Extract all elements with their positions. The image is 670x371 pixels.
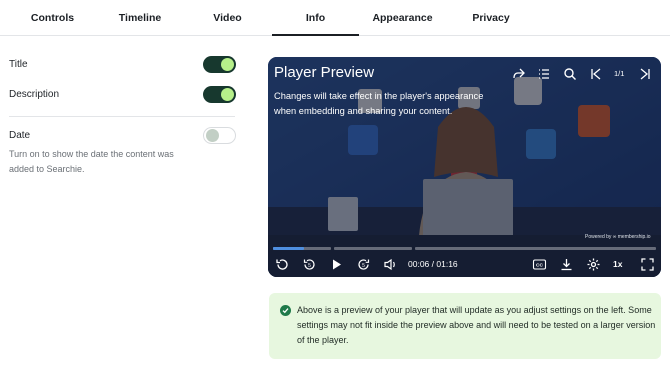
skip-forward-5-icon[interactable]: 5 — [354, 255, 372, 273]
tab-bar: Controls Timeline Video Info Appearance … — [0, 0, 670, 36]
svg-text:5: 5 — [362, 263, 365, 269]
date-hint: Turn on to show the date the content was… — [9, 149, 174, 174]
powered-by-label: Powered by ∞ membership.io — [585, 234, 651, 240]
notice-text: Above is a preview of your player that w… — [297, 305, 656, 345]
chapters-list-icon[interactable] — [535, 65, 553, 83]
play-icon[interactable] — [327, 255, 345, 273]
search-icon[interactable] — [561, 65, 579, 83]
current-time: 00:06 — [408, 259, 430, 269]
title-setting-label: Title — [9, 59, 28, 70]
rewind-icon[interactable] — [273, 255, 291, 273]
settings-icon[interactable] — [584, 255, 602, 273]
next-icon[interactable] — [636, 65, 654, 83]
check-circle-icon — [280, 305, 291, 316]
tab-info[interactable]: Info — [272, 0, 359, 36]
duration: 01:16 — [436, 259, 458, 269]
svg-text:5: 5 — [308, 263, 311, 269]
tab-timeline[interactable]: Timeline — [105, 0, 175, 36]
chapter-counter: 1/1 — [614, 69, 625, 78]
download-icon[interactable] — [557, 255, 575, 273]
tab-appearance[interactable]: Appearance — [359, 0, 446, 36]
date-setting-label: Date — [9, 130, 31, 141]
player-title: Player Preview — [274, 64, 375, 81]
previous-icon[interactable] — [587, 65, 605, 83]
player-preview[interactable]: Player Preview Changes will take effect … — [268, 57, 661, 277]
volume-icon[interactable] — [381, 255, 399, 273]
fullscreen-icon[interactable] — [638, 255, 656, 273]
playback-time: 00:06 / 01:16 — [408, 259, 458, 269]
toggle-knob — [206, 129, 219, 142]
description-toggle[interactable] — [203, 86, 236, 103]
toggle-knob — [221, 88, 234, 101]
tab-video[interactable]: Video — [175, 0, 280, 36]
date-toggle[interactable] — [203, 127, 236, 144]
skip-back-5-icon[interactable]: 5 — [300, 255, 318, 273]
title-toggle[interactable] — [203, 56, 236, 73]
divider — [9, 116, 235, 117]
svg-text:CC: CC — [536, 262, 543, 268]
playback-speed-button[interactable]: 1x — [613, 259, 622, 269]
progress-fill — [273, 247, 304, 250]
toggle-knob — [221, 58, 234, 71]
progress-bar[interactable] — [273, 247, 656, 250]
description-setting-label: Description — [9, 89, 60, 100]
share-icon[interactable] — [510, 65, 528, 83]
player-description: Changes will take effect in the player's… — [274, 91, 484, 116]
chapter-segment — [334, 247, 412, 250]
tab-privacy[interactable]: Privacy — [446, 0, 536, 36]
chapter-segment — [415, 247, 656, 250]
captions-icon[interactable]: CC — [530, 255, 548, 273]
preview-notice: Above is a preview of your player that w… — [269, 293, 661, 359]
tab-controls[interactable]: Controls — [0, 0, 105, 36]
